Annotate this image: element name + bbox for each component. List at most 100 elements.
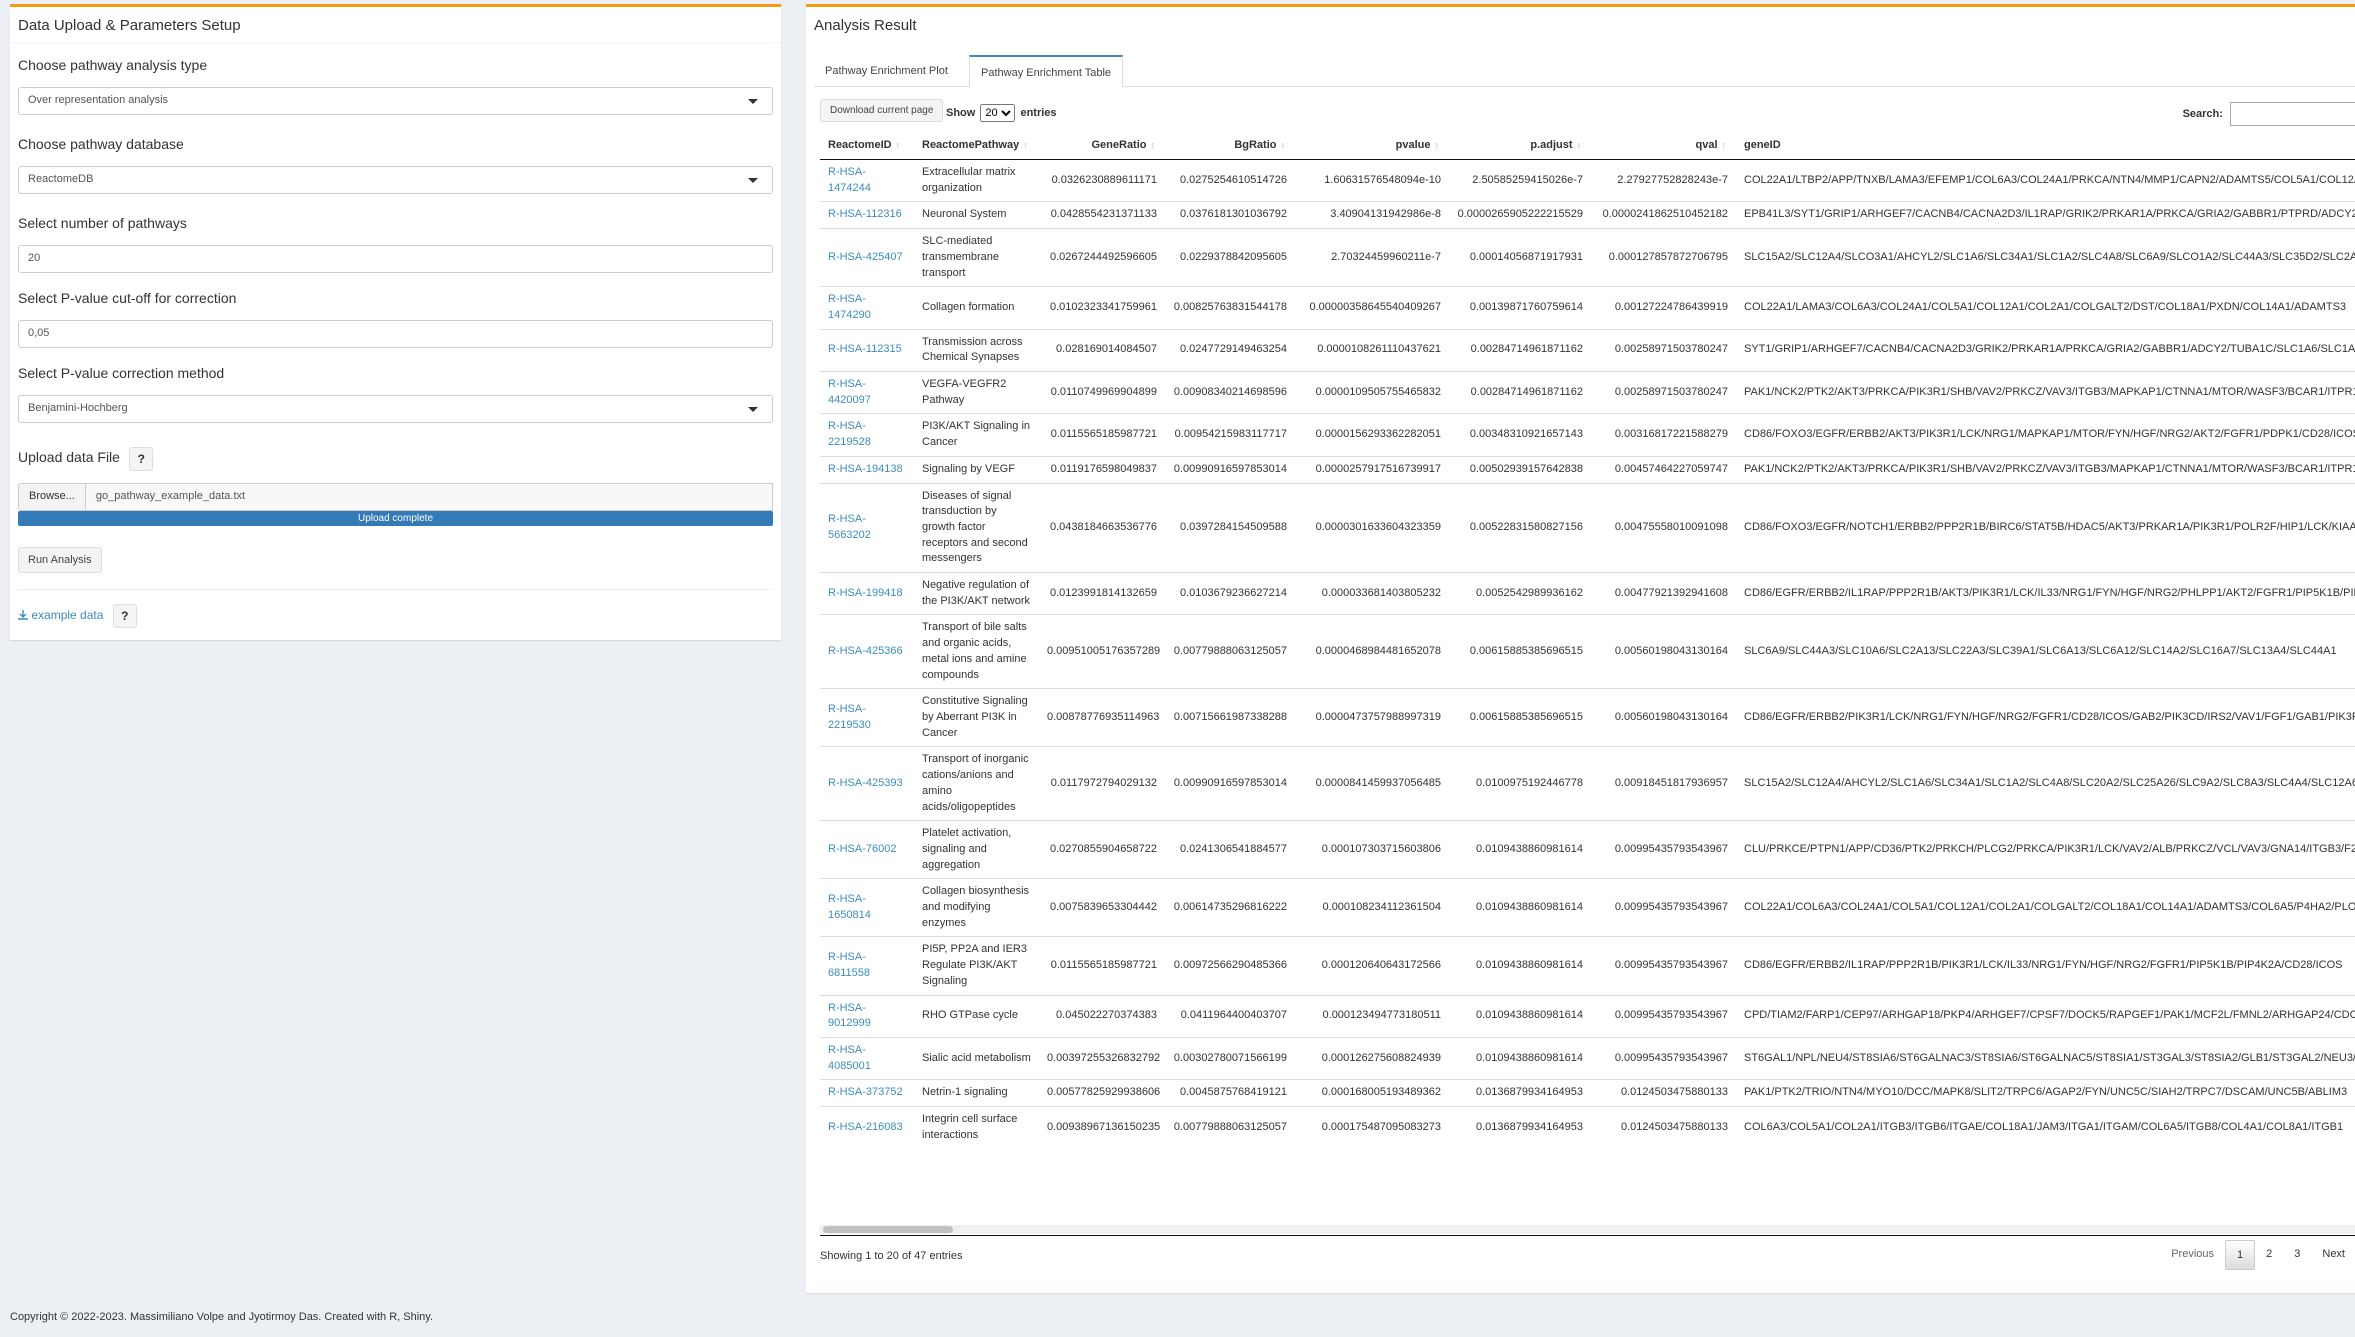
table-cell: 0.00758396533​04442: [1039, 878, 1165, 937]
column-header[interactable]: qval ↕: [1591, 131, 1736, 160]
page-length-select[interactable]: 20: [980, 104, 1016, 122]
column-header[interactable]: geneID: [1736, 131, 2355, 160]
search-input[interactable]: [2230, 102, 2355, 126]
table-cell: 0.0115565185987721: [1039, 936, 1165, 996]
column-header[interactable]: pvalue ↕: [1295, 131, 1449, 160]
table-info: Showing 1 to 20 of 47 entries: [820, 1250, 963, 1262]
table-cell: 0.0000301633604323359: [1295, 482, 1449, 573]
filename-field[interactable]: go_pathway_example_data.txt: [85, 483, 773, 511]
table-cell: Negative regulation of the PI3K/AKT netw…: [914, 572, 1039, 615]
column-header[interactable]: BgRatio ↕: [1165, 131, 1295, 160]
pvalue-cutoff-input[interactable]: 0,05: [18, 320, 773, 348]
table-row: R-HSA-425407 SLC-mediated transmembrane t…: [820, 228, 2355, 287]
tab-enrichment-plot[interactable]: Pathway Enrichment Plot: [814, 55, 959, 88]
table-cell: 0.0136879934164953: [1449, 1106, 1591, 1149]
reactome-id-link[interactable]: R-HSA-1474244: [820, 158, 914, 202]
reactome-id-link[interactable]: R-HSA-199418: [820, 572, 914, 615]
correction-select[interactable]: Benjamini-Hochberg: [18, 395, 773, 423]
table-cell: 0.00397255326832792: [1039, 1036, 1165, 1080]
reactome-id-link[interactable]: R-HSA-112315: [820, 328, 914, 372]
reactome-id-link[interactable]: R-HSA-425407: [820, 228, 914, 287]
download-icon: [18, 610, 28, 620]
table-cell: 0.045022270374383: [1039, 994, 1165, 1038]
table-cell: Collagen formation: [914, 286, 1039, 330]
table-cell: SLC15A2/SLC12A4/SLCO3A1/AHCYL2/SLC1A6/SL…: [1736, 228, 2355, 287]
panel-title: Data Upload & Parameters Setup: [10, 7, 781, 43]
example-help-button[interactable]: ?: [112, 604, 137, 628]
column-header[interactable]: GeneRatio ↕: [1039, 131, 1165, 160]
sort-icon: ↕: [1150, 140, 1156, 150]
table-cell: 0.0397284154509588: [1165, 482, 1295, 573]
table-cell: 0.00284714961871162: [1449, 371, 1591, 414]
reactome-id-link[interactable]: R-HSA-425366: [820, 614, 914, 689]
table-cell: CD86/EGFR/ERBB2/IL1RAP/PPP2R1B/AKT3/PIK3…: [1736, 572, 2355, 615]
table-cell: ST6GAL1/NPL/NEU4/ST8SIA6/ST6GALNAC3/ST8S…: [1736, 1036, 2355, 1080]
column-header[interactable]: ReactomePathway ↕: [914, 131, 1039, 160]
column-header-label: ReactomePathway: [922, 139, 1020, 151]
reactome-id-link[interactable]: R-HSA-216083: [820, 1106, 914, 1149]
reactome-id-link[interactable]: R-HSA-425393: [820, 746, 914, 821]
reactome-id-link[interactable]: R-HSA-112316: [820, 201, 914, 229]
run-analysis-button[interactable]: Run Analysis: [18, 547, 102, 573]
reactome-id-link[interactable]: R-HSA-373752: [820, 1079, 914, 1107]
table-row: R-HSA-373752 Netrin-1 signaling 0.00577825…: [820, 1079, 2355, 1107]
correction-value: Benjamini-Hochberg: [28, 402, 128, 414]
previous-page-button[interactable]: Previous: [2160, 1240, 2225, 1270]
column-header[interactable]: ReactomeID ↕: [820, 131, 914, 160]
table-cell: 0.0000468984481652078: [1295, 614, 1449, 689]
table-cell: RHO GTPase cycle: [914, 994, 1039, 1038]
table-cell: 0.00918451817936957: [1591, 746, 1736, 821]
reactome-id-link[interactable]: R-HSA-9012999: [820, 994, 914, 1038]
reactome-id-link[interactable]: R-HSA-4420097: [820, 371, 914, 414]
table-cell: 0.0247729149463254: [1165, 328, 1295, 372]
reactome-id-link[interactable]: R-HSA-1474290: [820, 286, 914, 330]
column-header-label: qval: [1695, 139, 1718, 151]
table-cell: 0.00995435793543967: [1591, 878, 1736, 937]
reactome-id-link[interactable]: R-HSA-6811558: [820, 936, 914, 996]
table-cell: 0.00825763831544178: [1165, 286, 1295, 330]
reactome-id-link[interactable]: R-HSA-2219530: [820, 688, 914, 747]
table-row: R-HSA-112315 Transmission across Chemical…: [820, 328, 2355, 372]
table-cell: 0.0102323341759961: [1039, 286, 1165, 330]
horizontal-scrollbar[interactable]: [820, 1225, 2355, 1234]
footer-copyright: Copyright © 2022-2023. Massimiliano Volp…: [10, 1311, 434, 1323]
tab-enrichment-table[interactable]: Pathway Enrichment Table: [969, 55, 1124, 88]
reactome-id-link[interactable]: R-HSA-76002: [820, 820, 914, 879]
reactome-id-link[interactable]: R-HSA-194138: [820, 455, 914, 484]
reactome-id-link[interactable]: R-HSA-4085001: [820, 1036, 914, 1080]
table-row: R-HSA-112316 Neuronal System 0.04285542313…: [820, 201, 2355, 229]
reactome-id-link[interactable]: R-HSA-5663202: [820, 482, 914, 573]
num-pathways-input[interactable]: 20: [18, 245, 773, 273]
table-cell: Integrin cell surface interactions: [914, 1106, 1039, 1149]
download-page-button[interactable]: Download current page: [820, 99, 944, 122]
analysis-type-select[interactable]: Over representation analysis: [18, 87, 773, 115]
table-cell: 0.000127857872706795: [1591, 228, 1736, 287]
table-cell: Extracellular matrix organization: [914, 158, 1039, 202]
browse-button[interactable]: Browse...: [18, 483, 86, 511]
upload-progress-bar: Upload complete: [18, 511, 773, 526]
table-cell: PAK1/PTK2/TRIO/NTN4/MYO10/DCC/MAPK8/SLIT…: [1736, 1079, 2355, 1107]
example-data-link[interactable]: example data: [18, 608, 107, 622]
table-footer: Showing 1 to 20 of 47 entries Previous 1…: [820, 1235, 2355, 1275]
table-cell: SYT1/GRIP1/ARHGEF7/CACNB4/CACNA2D3/GRIK2…: [1736, 328, 2355, 372]
page-button-3[interactable]: 3: [2283, 1240, 2311, 1270]
table-cell: 0.0110749969904899: [1039, 371, 1165, 414]
table-cell: 0.0124503475880133: [1591, 1079, 1736, 1107]
database-value: ReactomeDB: [28, 173, 94, 185]
next-page-button[interactable]: Next: [2311, 1240, 2355, 1270]
analysis-type-value: Over representation analysis: [28, 94, 169, 106]
table-cell: 0.00139871760759614: [1449, 286, 1591, 330]
database-select[interactable]: ReactomeDB: [18, 166, 773, 194]
reactome-id-link[interactable]: R-HSA-1650814: [820, 878, 914, 937]
table-scroll-area[interactable]: ReactomeID ↕ ReactomePathway ↕ GeneRatio ↕ BgR…: [820, 131, 2355, 1227]
table-row: R-HSA-425393 Transport of inorganic catio…: [820, 746, 2355, 821]
table-cell: 0.0000473757988997319: [1295, 688, 1449, 747]
upload-help-button[interactable]: ?: [129, 447, 154, 471]
reactome-id-link[interactable]: R-HSA-2219528: [820, 413, 914, 457]
column-header[interactable]: p.adjust ↕: [1449, 131, 1591, 160]
scrollbar-thumb[interactable]: [823, 1226, 953, 1233]
table-cell: 0.00954215983117717: [1165, 413, 1295, 457]
table-cell: 0.0109438860981614: [1449, 820, 1591, 879]
page-button-2[interactable]: 2: [2255, 1240, 2283, 1270]
page-button-1[interactable]: 1: [2225, 1240, 2256, 1270]
